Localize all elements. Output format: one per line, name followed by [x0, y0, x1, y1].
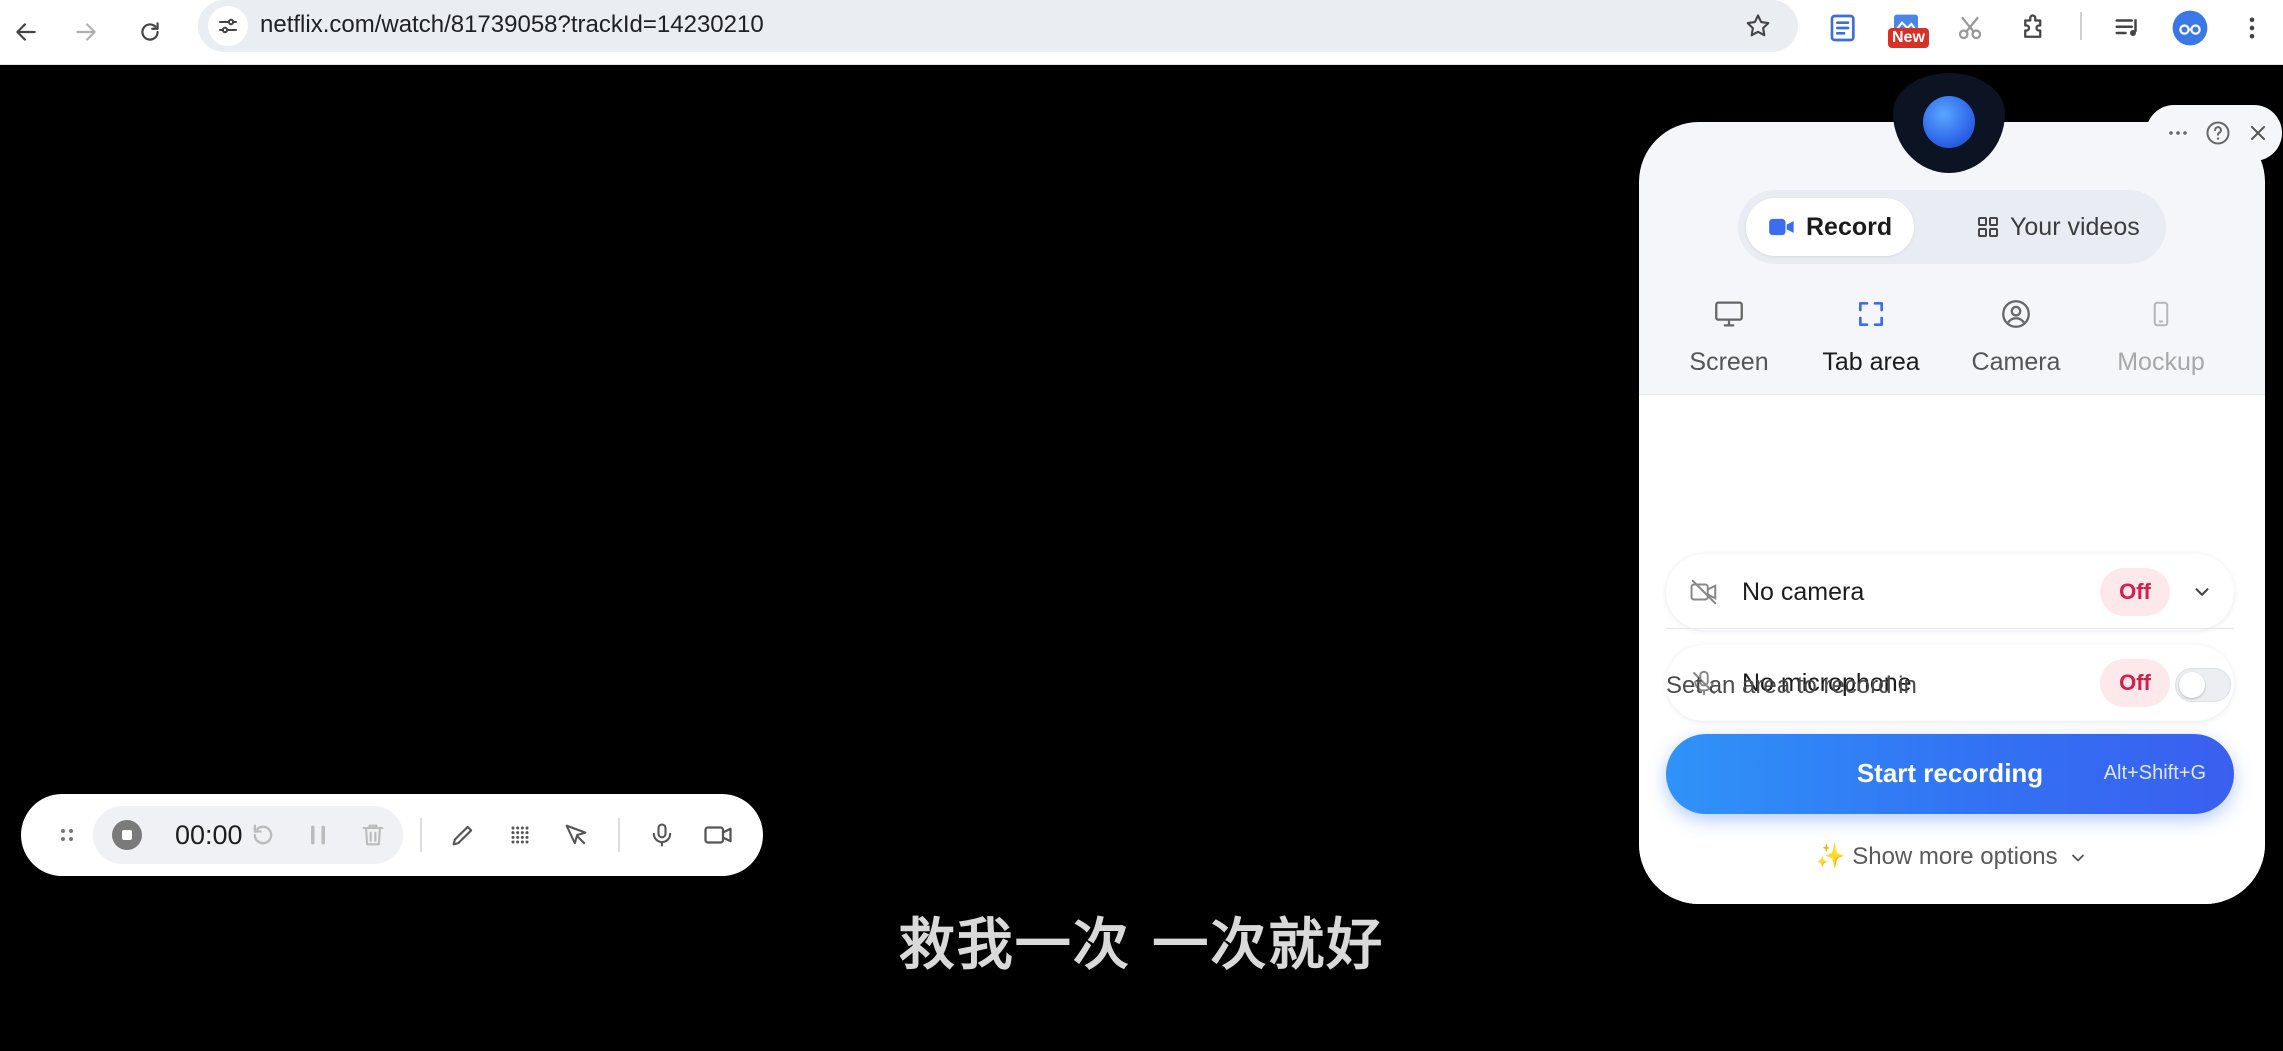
panel-close-button[interactable]: [2240, 115, 2276, 151]
recording-toolbar: 00:00: [21, 794, 763, 876]
microphone-button[interactable]: [642, 815, 682, 855]
notes-icon: [1830, 14, 1855, 42]
drag-handle[interactable]: [47, 815, 87, 855]
camera-select-label: No camera: [1742, 578, 1865, 606]
recorder-logo-orb[interactable]: [1923, 96, 1975, 148]
microphone-status-badge[interactable]: Off: [2100, 659, 2170, 707]
site-info-button[interactable]: [208, 6, 248, 46]
phone-icon: [2153, 301, 2169, 327]
timer-controls: 00:00: [93, 806, 403, 864]
timer: 00:00: [175, 820, 243, 850]
tab-your-videos[interactable]: Your videos: [1954, 198, 2162, 256]
toolbar-divider: [618, 818, 620, 852]
camera-select[interactable]: No camera Off: [1666, 554, 2234, 630]
panel-settings-area: No camera Off No microphone Off: [1639, 394, 2265, 904]
source-tab-screen[interactable]: Screen: [1665, 294, 1793, 394]
pause-button[interactable]: [298, 815, 338, 855]
tune-icon: [219, 18, 237, 34]
start-recording-button[interactable]: Start recording Alt+Shift+G: [1666, 734, 2234, 814]
camera-dropdown-toggle[interactable]: [2188, 578, 2216, 606]
puzzle-icon: [2024, 14, 2042, 38]
profile-button[interactable]: [2168, 6, 2212, 50]
video-camera-icon: [1769, 218, 1794, 236]
toolbar-divider: [420, 818, 422, 852]
extensions-button[interactable]: [2012, 6, 2056, 50]
user-circle-icon: [2002, 300, 2030, 328]
panel-help-button[interactable]: [2200, 115, 2236, 151]
start-recording-shortcut: Alt+Shift+G: [2103, 762, 2206, 784]
tab-record[interactable]: Record: [1746, 198, 1915, 256]
extension-notes[interactable]: [1822, 6, 1866, 50]
arrow-left-icon: [16, 23, 36, 41]
source-tab-screen-label: Screen: [1689, 348, 1769, 376]
video-camera-icon: [704, 826, 732, 844]
draw-button[interactable]: [443, 815, 483, 855]
blur-dots-icon: [511, 826, 529, 844]
grid-icon: [1978, 217, 1998, 237]
tab-your-videos-label: Your videos: [2010, 212, 2140, 241]
stop-icon: [112, 820, 142, 850]
drag-dots-icon: [61, 829, 73, 841]
recorder-panel: Record Your videos Screen Tab area Camer…: [1639, 122, 2265, 904]
camera-button[interactable]: [698, 815, 738, 855]
more-vertical-icon: [2249, 17, 2255, 39]
close-icon: [2251, 126, 2265, 140]
mode-switch: Record Your videos: [1738, 190, 2166, 264]
source-tab-tab-area-label: Tab area: [1822, 348, 1920, 376]
area-select-label: Set an area to record in: [1666, 672, 1917, 699]
area-select-toggle[interactable]: [2175, 668, 2231, 702]
panel-corner-controls: [2146, 105, 2282, 161]
chrome-divider: [2080, 12, 2082, 40]
restart-button[interactable]: [243, 815, 283, 855]
settings-divider: [1666, 628, 2234, 629]
source-tab-camera-label: Camera: [1971, 348, 2061, 376]
delete-button[interactable]: [353, 815, 393, 855]
browser-menu-button[interactable]: [2230, 6, 2274, 50]
address-bar[interactable]: netflix.com/watch/81739058?trackId=14230…: [198, 0, 1798, 52]
stop-button[interactable]: [107, 815, 147, 855]
arrow-right-icon: [76, 23, 96, 41]
pause-icon: [311, 825, 325, 845]
browser-toolbar: netflix.com/watch/81739058?trackId=14230…: [0, 0, 2283, 65]
source-tab-mockup[interactable]: Mockup: [2097, 294, 2225, 394]
pencil-icon: [452, 825, 473, 846]
video-subtitle: 救我一次 一次就好: [898, 913, 1385, 978]
cursor-icon: [565, 824, 587, 845]
source-tab-mockup-label: Mockup: [2117, 348, 2205, 376]
show-more-options[interactable]: ✨ Show more options: [1639, 842, 2265, 871]
back-button[interactable]: [2, 8, 50, 56]
scissors-icon: [1958, 16, 1982, 40]
trash-icon: [362, 824, 384, 846]
show-more-options-label: ✨ Show more options: [1815, 843, 2058, 870]
toggle-knob: [2179, 672, 2205, 698]
chevron-down-icon: [2195, 588, 2209, 596]
avatar-icon: [2172, 10, 2208, 46]
source-tab-tab-area[interactable]: Tab area: [1807, 294, 1935, 394]
camera-off-icon: [1690, 579, 1717, 605]
forward-button[interactable]: [62, 8, 110, 56]
chevron-down-icon: [2072, 854, 2085, 862]
microphone-icon: [652, 823, 672, 847]
restart-icon: [253, 824, 273, 845]
source-tab-camera[interactable]: Camera: [1952, 294, 2080, 394]
reload-icon: [141, 22, 159, 41]
reload-button[interactable]: [126, 8, 174, 56]
crop-frame-icon: [1859, 302, 1883, 326]
bookmark-button[interactable]: [1738, 6, 1778, 46]
playlist-icon: [2115, 19, 2137, 36]
url-text[interactable]: netflix.com/watch/81739058?trackId=14230…: [260, 11, 764, 39]
media-controls-button[interactable]: [2106, 6, 2150, 50]
star-icon: [1746, 14, 1770, 37]
extension-new[interactable]: New: [1884, 6, 1929, 50]
camera-status-badge[interactable]: Off: [2100, 568, 2170, 616]
more-horizontal-icon: [2169, 131, 2187, 135]
help-icon: [2206, 121, 2230, 145]
new-badge: New: [1888, 28, 1929, 48]
extension-puzzle-grey[interactable]: [1948, 6, 1992, 50]
blur-button[interactable]: [500, 815, 540, 855]
monitor-icon: [1715, 301, 1743, 327]
panel-more-button[interactable]: [2160, 115, 2196, 151]
cursor-highlight-button[interactable]: [556, 815, 596, 855]
tab-record-label: Record: [1806, 212, 1893, 241]
